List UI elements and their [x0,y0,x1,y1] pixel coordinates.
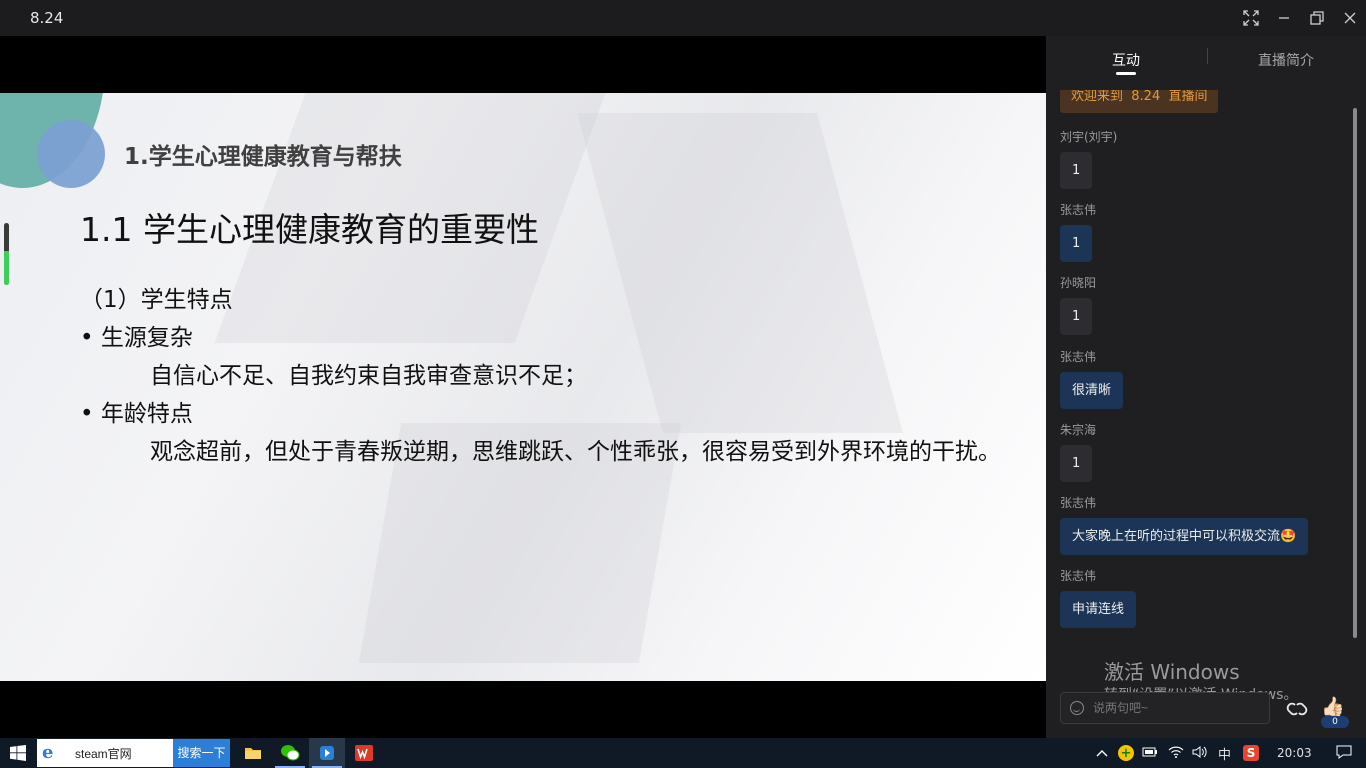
chat-message: 张志伟 申请连线 [1060,567,1137,628]
start-button[interactable] [0,738,36,768]
ie-icon: e [42,742,54,763]
chat-message: 刘宇(刘宇) 1 [1060,128,1117,189]
chat-username[interactable]: 张志伟 [1060,201,1096,217]
taskbar-file-explorer[interactable] [235,738,271,768]
activation-watermark-title: 激活 Windows [1104,660,1240,684]
restore-button[interactable] [1300,0,1333,36]
fullscreen-button[interactable] [1234,0,1267,36]
app-window: 8.24 1.学生心理健康教育与帮扶 1.1 学生心理健康教育的重要性 （1）学… [0,0,1366,768]
audio-level-fill [4,250,9,285]
wifi-icon[interactable] [1168,746,1184,761]
expand-icon [1242,10,1259,26]
taskbar-wechat[interactable] [272,738,308,768]
presentation-slide: 1.学生心理健康教育与帮扶 1.1 学生心理健康教育的重要性 （1）学生特点 生… [0,93,1046,681]
title-bar: 8.24 [0,0,1366,36]
chat-message: 朱宗海 1 [1060,421,1096,482]
chat-username[interactable]: 张志伟 [1060,348,1123,364]
chat-bubble: 大家晚上在听的过程中可以积极交流🤩 [1060,518,1309,555]
system-tray: + 中 S 20:03 [1094,738,1352,768]
slide-header: 1.学生心理健康教育与帮扶 [124,144,402,170]
notification-icon[interactable] [1336,744,1352,763]
chat-bubble: 1 [1060,298,1093,335]
chat-bubble: 1 [1060,152,1093,189]
chat-username[interactable]: 刘宇(刘宇) [1060,128,1117,144]
minimize-button[interactable] [1267,0,1300,36]
folder-icon [245,748,261,759]
windows-logo-icon [10,745,26,761]
chat-bubble: 申请连线 [1060,591,1137,628]
chat-message: 张志伟 很清晰 [1060,348,1124,409]
tab-interaction[interactable]: 互动 [1112,50,1140,75]
chat-input[interactable] [1060,692,1270,724]
slide-bullet: 年龄特点 [80,395,1020,433]
window-controls [1234,0,1366,36]
tab-divider [1207,48,1208,64]
taskbar-search-button[interactable]: 搜索一下 [173,739,230,767]
chat-bubble: 很清晰 [1060,372,1124,409]
chat-list[interactable]: 欢迎来到 8.24 直播间 刘宇(刘宇) 1 张志伟 1 孙晓阳 1 张志伟 很… [1046,90,1356,686]
wechat-icon [281,745,300,761]
taskbar-wps[interactable] [346,738,382,768]
chat-username[interactable]: 孙晓阳 [1060,274,1096,290]
side-panel: 互动 直播简介 欢迎来到 8.24 直播间 刘宇(刘宇) 1 张志伟 1 孙晓阳… [1046,36,1366,738]
chat-username[interactable]: 张志伟 [1060,567,1136,583]
chat-message: 张志伟 1 [1060,201,1096,262]
welcome-banner: 欢迎来到 8.24 直播间 [1060,90,1219,113]
chat-scrollbar[interactable] [1353,108,1357,638]
chat-message: 张志伟 大家晚上在听的过程中可以积极交流🤩 [1060,494,1309,555]
chat-username[interactable]: 朱宗海 [1060,421,1096,437]
chat-username[interactable]: 张志伟 [1060,494,1308,510]
chat-bubble: 1 [1060,445,1093,482]
speaker-icon[interactable] [1192,745,1208,762]
slide-body: （1）学生特点 生源复杂 自信心不足、自我约束自我审查意识不足； 年龄特点 观念… [80,281,1020,467]
slide-section: （1）学生特点 [80,287,233,313]
slide-bullet-detail: 观念超前，但处于青春叛逆期，思维跳跃、个性乖张，很容易受到外界环境的干扰。 [150,439,1001,465]
tab-live-intro[interactable]: 直播简介 [1258,50,1314,70]
live-app-icon [320,746,334,760]
emoji-icon[interactable] [1070,701,1084,715]
panel-tabs: 互动 直播简介 [1046,36,1366,90]
taskbar-live-app[interactable] [309,738,345,768]
slide-subtitle: 1.1 学生心理健康教育的重要性 [80,210,539,249]
battery-icon[interactable] [1142,746,1158,760]
ime-indicator[interactable]: 中 [1218,744,1231,763]
window-title: 8.24 [30,9,64,27]
wps-icon [355,745,373,761]
sogou-ime-icon[interactable]: S [1243,745,1260,761]
restore-icon [1309,11,1324,25]
slide-bullet-detail: 自信心不足、自我约束自我审查意识不足； [150,363,587,389]
chevron-up-icon[interactable] [1094,746,1110,760]
security-tray-icon[interactable]: + [1118,745,1134,761]
minimize-icon [1278,17,1289,19]
link-icon[interactable] [1286,700,1308,718]
chat-message: 孙晓阳 1 [1060,274,1096,335]
taskbar: e 搜索一下 + [0,738,1366,768]
slide-bullet: 生源复杂 [80,319,1020,357]
close-button[interactable] [1333,0,1366,36]
close-icon [1344,12,1355,24]
chat-bubble: 1 [1060,225,1093,262]
like-count: 0 [1321,716,1349,728]
slide-decor-circle [37,120,105,188]
clock[interactable]: 20:03 [1277,746,1312,760]
video-player[interactable]: 1.学生心理健康教育与帮扶 1.1 学生心理健康教育的重要性 （1）学生特点 生… [0,36,1046,738]
audio-level-meter [4,223,9,285]
